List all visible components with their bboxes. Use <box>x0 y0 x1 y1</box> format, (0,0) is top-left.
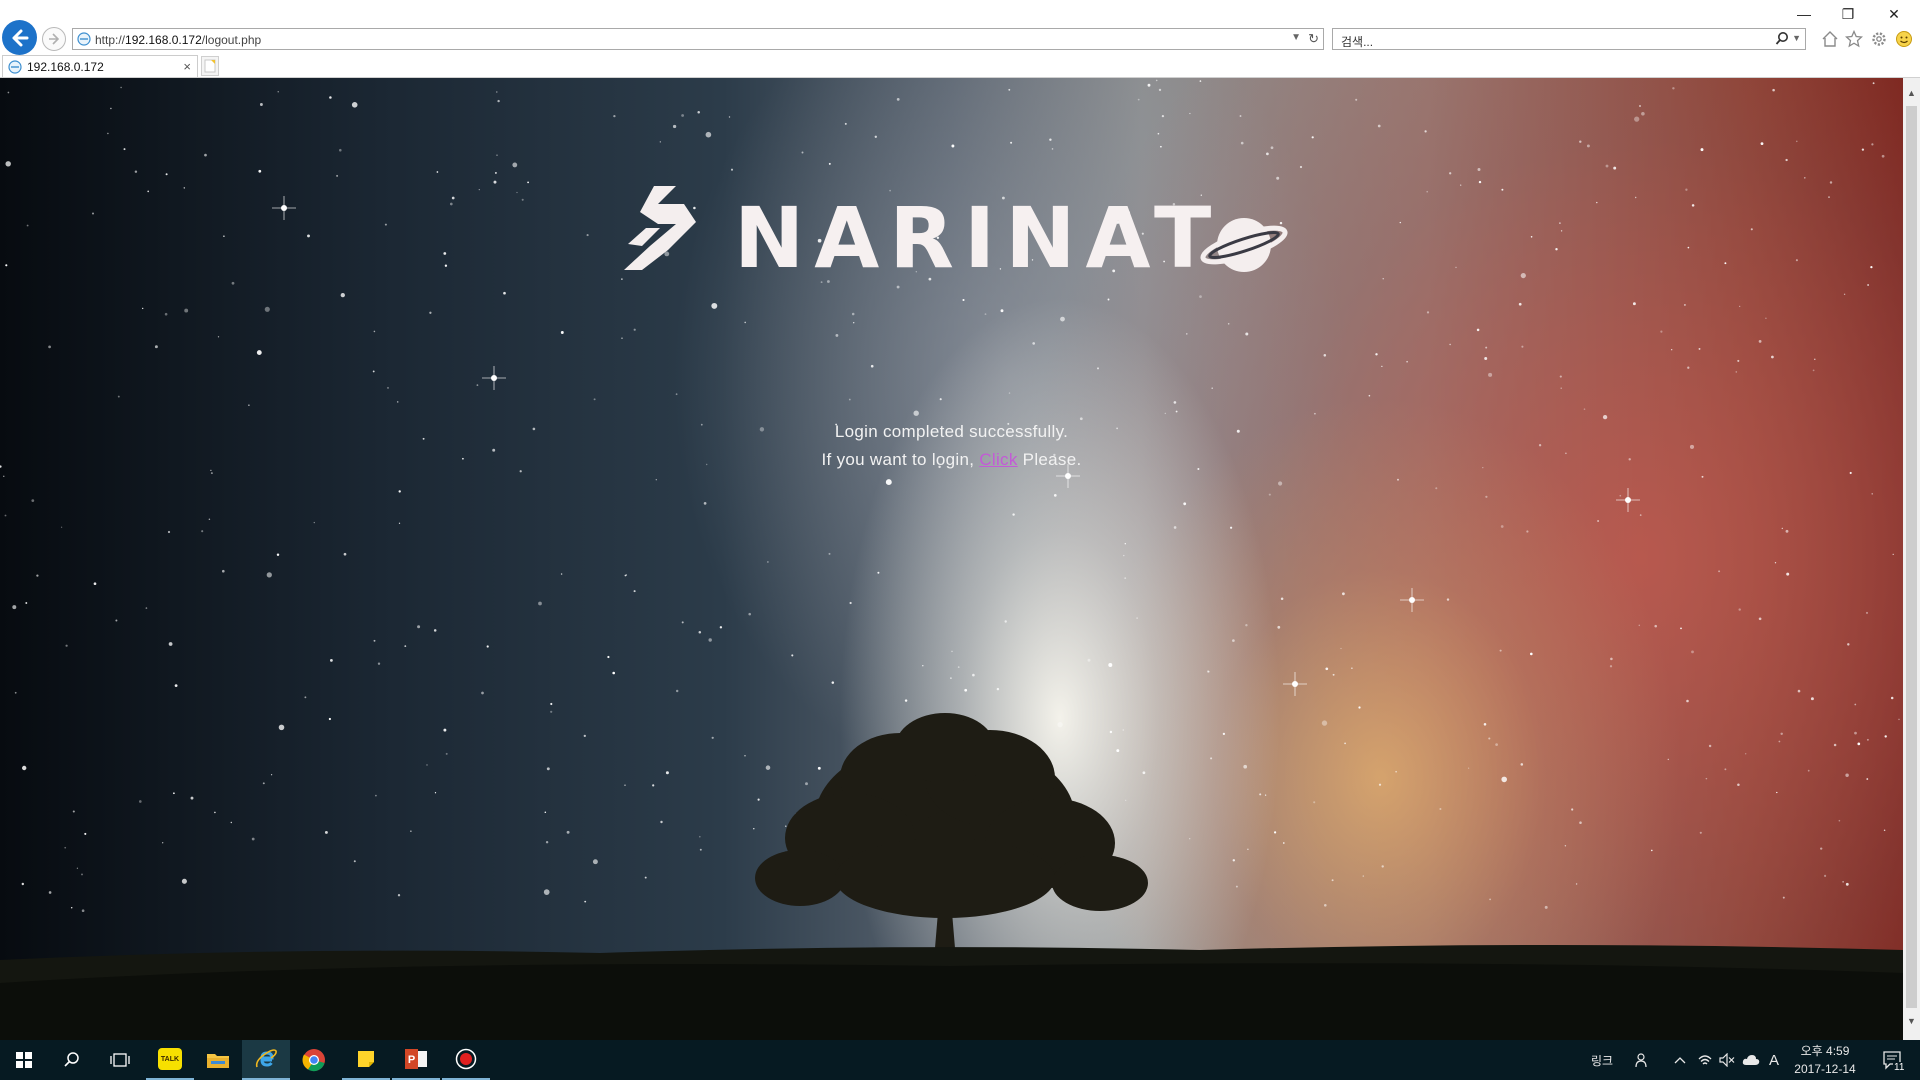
forward-arrow-icon <box>49 33 60 45</box>
taskbar-sticky-notes[interactable] <box>342 1040 390 1080</box>
chrome-icon <box>302 1049 325 1072</box>
new-tab-icon <box>204 59 216 73</box>
taskbar: TALK P 링크 A 오후 4:59 2017-12-14 11 <box>0 1040 1920 1080</box>
success-text: Login completed successfully. <box>834 422 1069 441</box>
clock-time: 오후 4:59 <box>1800 1044 1850 1058</box>
taskbar-search-button[interactable] <box>48 1040 96 1080</box>
restore-button[interactable]: ❐ <box>1828 2 1868 26</box>
taskbar-kakaotalk[interactable]: TALK <box>146 1040 194 1080</box>
favorites-star-icon[interactable] <box>1843 28 1865 50</box>
action-center-button[interactable]: 11 <box>1874 1040 1912 1080</box>
taskbar-chrome[interactable] <box>290 1040 338 1080</box>
kakaotalk-icon: TALK <box>158 1048 182 1070</box>
narinat-logo: NARINAT <box>614 178 1294 288</box>
scroll-down-arrow-icon[interactable]: ▼ <box>1903 1016 1920 1030</box>
login-link[interactable]: Click <box>979 450 1017 469</box>
show-hidden-icons-chevron-icon[interactable] <box>1668 1040 1692 1080</box>
onedrive-cloud-icon[interactable] <box>1740 1040 1762 1080</box>
refresh-icon[interactable]: ↻ <box>1308 31 1319 47</box>
logo-text: NARINAT <box>734 189 1222 287</box>
close-window-button[interactable]: ✕ <box>1874 2 1914 26</box>
scrollbar-thumb[interactable] <box>1906 106 1917 1008</box>
system-clock[interactable]: 오후 4:59 2017-12-14 <box>1786 1042 1864 1078</box>
input-method-indicator[interactable]: A <box>1764 1040 1784 1080</box>
taskbar-powerpoint[interactable]: P <box>392 1040 440 1080</box>
task-view-button[interactable] <box>96 1040 144 1080</box>
windows-start-icon <box>16 1052 32 1068</box>
search-icon[interactable] <box>1775 31 1789 47</box>
home-icon[interactable] <box>1819 28 1841 50</box>
vertical-scrollbar[interactable]: ▲ ▼ <box>1903 78 1920 1040</box>
search-input[interactable]: 검색... <box>1341 33 1373 50</box>
logout-message: Login completed successfully. If you wan… <box>0 418 1903 474</box>
back-arrow-icon <box>12 29 28 46</box>
logo-planet-icon <box>1200 218 1288 272</box>
forward-button[interactable] <box>42 27 66 51</box>
minimize-button[interactable]: — <box>1784 2 1824 26</box>
people-icon[interactable] <box>1628 1040 1658 1080</box>
ie-tab-icon <box>8 60 22 74</box>
internet-explorer-icon <box>255 1049 277 1068</box>
search-icon <box>64 1052 79 1067</box>
search-box[interactable]: 검색... ▼ <box>1332 28 1806 50</box>
address-url[interactable]: http://192.168.0.172/logout.php <box>95 33 261 47</box>
powerpoint-icon: P <box>405 1049 427 1069</box>
login-prompt: If you want to login, Click Please. <box>821 450 1082 469</box>
browser-chrome: http://192.168.0.172/logout.php ▼ ↻ 검색..… <box>0 0 1920 78</box>
address-dropdown-icon[interactable]: ▼ <box>1291 32 1301 43</box>
clock-date: 2017-12-14 <box>1794 1062 1856 1076</box>
notification-count-badge: 11 <box>1893 1062 1906 1073</box>
browser-tab[interactable]: 192.168.0.172 × <box>2 55 198 78</box>
taskbar-internet-explorer[interactable] <box>242 1040 290 1080</box>
tab-title: 192.168.0.172 <box>27 60 104 74</box>
address-bar[interactable]: http://192.168.0.172/logout.php ▼ ↻ <box>72 28 1324 50</box>
settings-gear-icon[interactable] <box>1868 28 1890 50</box>
page-content: NARINAT Login completed successfully. If… <box>0 78 1903 1040</box>
sticky-notes-icon <box>358 1051 374 1067</box>
feedback-smiley-icon[interactable] <box>1893 28 1915 50</box>
back-button[interactable] <box>2 20 37 55</box>
start-button[interactable] <box>0 1040 48 1080</box>
task-view-icon <box>110 1053 130 1067</box>
file-explorer-icon <box>207 1054 229 1068</box>
record-icon <box>455 1048 477 1070</box>
links-toolbar[interactable]: 링크 <box>1584 1040 1620 1080</box>
taskbar-file-explorer[interactable] <box>194 1040 242 1080</box>
network-icon[interactable] <box>1694 1040 1716 1080</box>
search-dropdown-icon[interactable]: ▼ <box>1792 33 1801 43</box>
tab-close-icon[interactable]: × <box>183 59 191 74</box>
svg-text:P: P <box>408 1054 415 1066</box>
ie-page-icon <box>77 32 91 46</box>
logo-mark-icon <box>624 186 696 270</box>
scroll-up-arrow-icon[interactable]: ▲ <box>1903 88 1920 102</box>
volume-muted-icon[interactable] <box>1716 1040 1738 1080</box>
taskbar-recorder[interactable] <box>442 1040 490 1080</box>
new-tab-button[interactable] <box>201 56 219 76</box>
